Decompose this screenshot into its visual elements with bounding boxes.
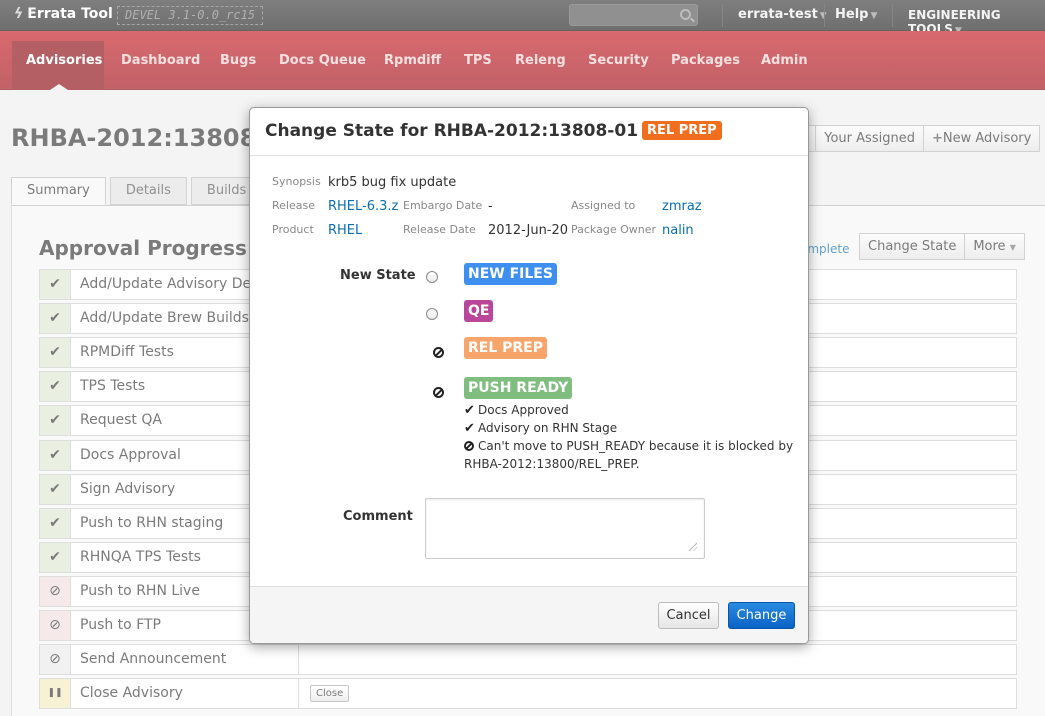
condition-rhn-stage: ✔ Advisory on RHN Stage xyxy=(464,421,617,436)
state-badge-qe: QE xyxy=(464,300,494,322)
dialog-title: Change State for RHBA-2012:13808-01 REL P… xyxy=(265,121,722,141)
cancel-button[interactable]: Cancel xyxy=(658,602,719,629)
embargo-date-value: - xyxy=(488,199,493,214)
release-date-key: Release Date xyxy=(403,223,476,236)
assigned-to-key: Assigned to xyxy=(571,199,636,212)
checkmark-icon: ✔ xyxy=(464,403,475,418)
condition-docs-approved: ✔ Docs Approved xyxy=(464,403,569,418)
condition-blocked: Can't move to PUSH_READY because it is b… xyxy=(464,439,793,453)
release-key: Release xyxy=(272,199,315,212)
current-state-badge: REL PREP xyxy=(642,121,722,140)
release-date-value: 2012-Jun-20 xyxy=(488,223,569,238)
new-state-label: New State xyxy=(340,268,416,283)
state-badge-push-ready: PUSH READY xyxy=(464,377,573,399)
condition-text: Advisory on RHN Stage xyxy=(478,421,618,435)
dialog-header: Change State for RHBA-2012:13808-01 REL P… xyxy=(250,108,808,156)
synopsis-value: krb5 bug fix update xyxy=(328,175,457,190)
blocked-icon xyxy=(433,387,444,398)
radio-qe[interactable] xyxy=(426,308,438,320)
condition-text: Docs Approved xyxy=(478,403,569,417)
change-state-dialog: Change State for RHBA-2012:13808-01 REL P… xyxy=(249,107,809,644)
blocked-icon xyxy=(464,441,474,451)
dialog-title-text: Change State for RHBA-2012:13808-01 xyxy=(265,121,639,141)
product-key: Product xyxy=(272,223,314,236)
package-owner-key: Package Owner xyxy=(571,223,657,236)
comment-label: Comment xyxy=(343,509,413,524)
state-badge-rel-prep: REL PREP xyxy=(464,337,548,359)
package-owner-link[interactable]: nalin xyxy=(662,223,694,238)
blocked-icon xyxy=(433,347,444,358)
release-link[interactable]: RHEL-6.3.z xyxy=(328,199,398,214)
state-badge-new-files: NEW FILES xyxy=(464,263,557,285)
synopsis-key: Synopsis xyxy=(272,175,321,188)
embargo-date-key: Embargo Date xyxy=(403,199,483,212)
checkmark-icon: ✔ xyxy=(464,421,475,436)
dialog-footer: Cancel Change xyxy=(250,586,808,643)
product-link[interactable]: RHEL xyxy=(328,223,362,238)
condition-text: Can't move to PUSH_READY because it is b… xyxy=(478,439,794,453)
assigned-to-link[interactable]: zmraz xyxy=(662,199,702,214)
comment-textarea[interactable] xyxy=(425,498,705,559)
change-button[interactable]: Change xyxy=(728,602,795,629)
condition-blocked-ref: RHBA-2012:13800/REL_PREP. xyxy=(464,457,640,471)
radio-new-files[interactable] xyxy=(426,271,438,283)
